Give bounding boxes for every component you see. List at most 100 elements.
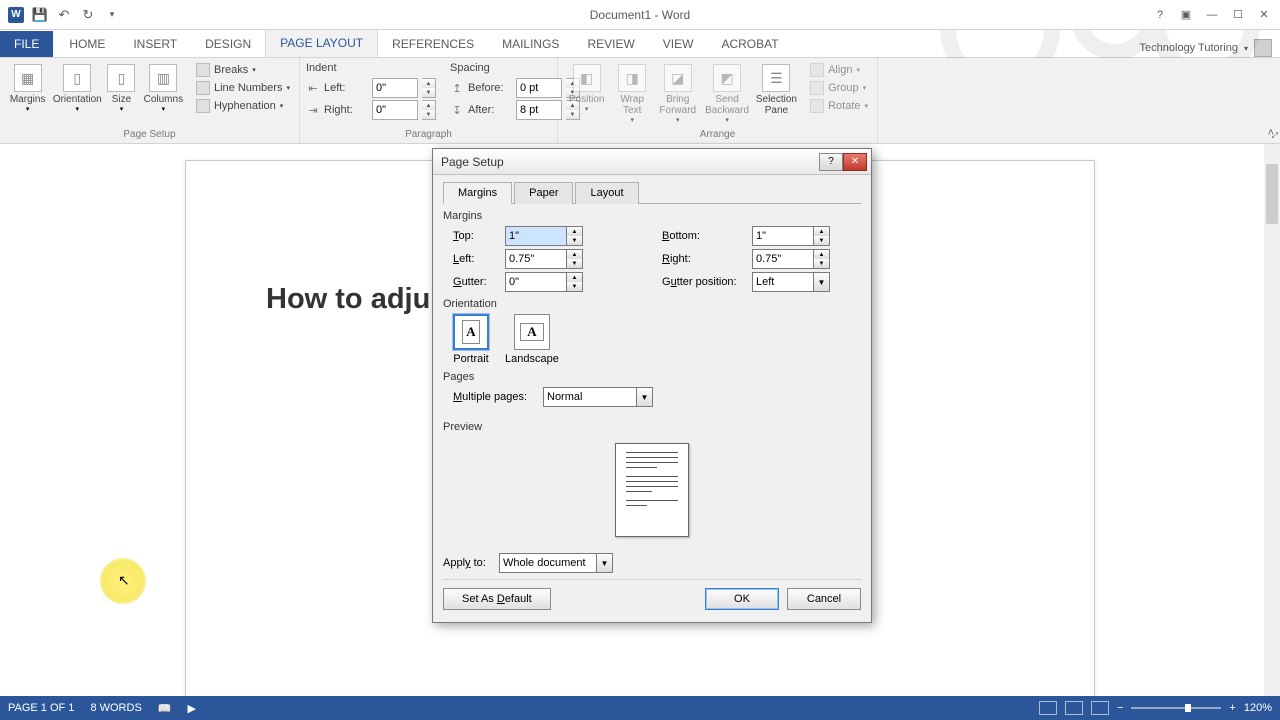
wrap-text-button[interactable]: ◨Wrap Text▾	[613, 62, 651, 126]
zoom-slider[interactable]	[1131, 707, 1221, 709]
margin-bottom-spinner[interactable]: ▲▼	[814, 226, 830, 246]
margin-bottom-input[interactable]	[752, 226, 814, 246]
position-button[interactable]: ◧Position▾	[564, 62, 609, 115]
margin-right-input[interactable]	[752, 249, 814, 269]
gutter-position-dropdown-icon[interactable]: ▼	[814, 272, 830, 292]
breaks-button[interactable]: Breaks▾	[193, 62, 293, 78]
spacing-before-input[interactable]	[516, 78, 562, 98]
tab-mailings[interactable]: MAILINGS	[488, 31, 573, 57]
tab-review[interactable]: REVIEW	[573, 31, 648, 57]
zoom-out-icon[interactable]: −	[1117, 702, 1123, 714]
titlebar: W 💾 ↶ ↻ ▾ Document1 - Word ? ▣ — ☐ ✕	[0, 0, 1280, 30]
indent-left-spinner[interactable]: ▲▼	[422, 78, 436, 98]
indent-right-row: ⇥Right:▲▼	[306, 100, 436, 120]
line-numbers-icon	[196, 81, 210, 95]
gutter-input[interactable]	[505, 272, 567, 292]
user-account[interactable]: Technology Tutoring ▾	[1140, 39, 1280, 57]
zoom-level[interactable]: 120%	[1244, 702, 1272, 714]
gutter-position-select[interactable]	[752, 272, 814, 292]
orientation-section: Orientation A Portrait A Landscape	[443, 298, 861, 365]
tab-file[interactable]: FILE	[0, 31, 53, 57]
orientation-button[interactable]: ▯Orientation▾	[53, 62, 101, 115]
tab-view[interactable]: VIEW	[649, 31, 708, 57]
orientation-icon: ▯	[63, 64, 91, 92]
landscape-icon: A	[514, 314, 550, 350]
apply-to-select[interactable]	[499, 553, 597, 573]
margin-right-spinner[interactable]: ▲▼	[814, 249, 830, 269]
ok-button[interactable]: OK	[705, 588, 779, 610]
dialog-titlebar[interactable]: Page Setup ? ✕	[433, 149, 871, 175]
selection-pane-icon: ☰	[762, 64, 790, 92]
line-numbers-button[interactable]: Line Numbers▾	[193, 80, 293, 96]
wrap-text-icon: ◨	[618, 64, 646, 92]
hyphenation-button[interactable]: Hyphenation▾	[193, 98, 293, 114]
page-setup-dialog: Page Setup ? ✕ Margins Paper Layout Marg…	[432, 148, 872, 623]
status-proofing-icon[interactable]: 📖	[158, 702, 172, 715]
tab-design[interactable]: DESIGN	[191, 31, 265, 57]
view-print-layout[interactable]	[1065, 701, 1083, 715]
gutter-spinner[interactable]: ▲▼	[567, 272, 583, 292]
spacing-after-input[interactable]	[516, 100, 562, 120]
dialog-close-icon[interactable]: ✕	[843, 153, 867, 171]
dialog-footer: Set As Default OK Cancel	[443, 579, 861, 612]
bring-forward-button[interactable]: ◪Bring Forward▾	[655, 62, 700, 126]
cancel-button[interactable]: Cancel	[787, 588, 861, 610]
view-web-layout[interactable]	[1091, 701, 1109, 715]
rotate-icon	[810, 99, 824, 113]
status-macro-icon[interactable]: ▶	[187, 702, 195, 715]
margin-top-spinner[interactable]: ▲▼	[567, 226, 583, 246]
rotate-button[interactable]: Rotate▾	[807, 98, 871, 114]
orientation-landscape[interactable]: A Landscape	[505, 314, 559, 365]
margins-button[interactable]: ▦Margins▾	[6, 62, 49, 115]
ribbon: ▦Margins▾ ▯Orientation▾ ▯Size▾ ▥Columns▾…	[0, 58, 1280, 144]
scrollbar-thumb[interactable]	[1266, 164, 1278, 224]
collapse-ribbon-icon[interactable]: ˄	[1268, 127, 1274, 139]
status-page[interactable]: PAGE 1 OF 1	[8, 702, 74, 714]
dialog-tab-layout[interactable]: Layout	[575, 182, 638, 204]
dialog-tab-paper[interactable]: Paper	[514, 182, 573, 204]
indent-right-input[interactable]	[372, 100, 418, 120]
gutter-position-label: Gutter position:	[652, 276, 752, 288]
tab-references[interactable]: REFERENCES	[378, 31, 488, 57]
group-label-arrange: Arrange	[564, 127, 871, 143]
group-button[interactable]: Group▾	[807, 80, 871, 96]
margin-left-input[interactable]	[505, 249, 567, 269]
apply-to-dropdown-icon[interactable]: ▼	[597, 553, 613, 573]
tab-acrobat[interactable]: ACROBAT	[707, 31, 792, 57]
orientation-portrait[interactable]: A Portrait	[453, 314, 489, 365]
indent-right-spinner[interactable]: ▲▼	[422, 100, 436, 120]
view-read-mode[interactable]	[1039, 701, 1057, 715]
group-paragraph: Indent ⇤Left:▲▼ ⇥Right:▲▼ Spacing ↥Befor…	[300, 58, 558, 143]
indent-left-row: ⇤Left:▲▼	[306, 78, 436, 98]
dialog-tab-margins[interactable]: Margins	[443, 182, 512, 204]
zoom-in-icon[interactable]: +	[1229, 702, 1235, 714]
orientation-section-label: Orientation	[443, 298, 861, 310]
tab-home[interactable]: HOME	[55, 31, 119, 57]
hyphenation-icon	[196, 99, 210, 113]
group-icon	[810, 81, 824, 95]
margins-section: Margins Top:▲▼ Bottom:▲▼ Left:▲▼ Right:▲…	[443, 210, 861, 292]
send-backward-icon: ◩	[713, 64, 741, 92]
indent-left-input[interactable]	[372, 78, 418, 98]
group-arrange: ◧Position▾ ◨Wrap Text▾ ◪Bring Forward▾ ◩…	[558, 58, 878, 143]
selection-pane-button[interactable]: ☰Selection Pane	[754, 62, 799, 118]
multiple-pages-select[interactable]	[543, 387, 637, 407]
multiple-pages-dropdown-icon[interactable]: ▼	[637, 387, 653, 407]
set-default-button[interactable]: Set As Default	[443, 588, 551, 610]
send-backward-button[interactable]: ◩Send Backward▾	[704, 62, 749, 126]
spacing-after-icon: ↧	[450, 103, 464, 117]
portrait-icon: A	[453, 314, 489, 350]
dialog-help-icon[interactable]: ?	[819, 153, 843, 171]
status-words[interactable]: 8 WORDS	[90, 702, 141, 714]
vertical-scrollbar[interactable]	[1264, 144, 1280, 696]
margins-section-label: Margins	[443, 210, 861, 222]
tab-insert[interactable]: INSERT	[119, 31, 191, 57]
tab-page-layout[interactable]: PAGE LAYOUT	[265, 29, 378, 57]
size-button[interactable]: ▯Size▾	[105, 62, 137, 115]
columns-button[interactable]: ▥Columns▾	[142, 62, 185, 115]
margin-left-label: Left:	[443, 253, 505, 265]
margin-top-input[interactable]	[505, 226, 567, 246]
align-button[interactable]: Align▾	[807, 62, 871, 78]
margin-left-spinner[interactable]: ▲▼	[567, 249, 583, 269]
zoom-thumb[interactable]	[1185, 704, 1191, 712]
